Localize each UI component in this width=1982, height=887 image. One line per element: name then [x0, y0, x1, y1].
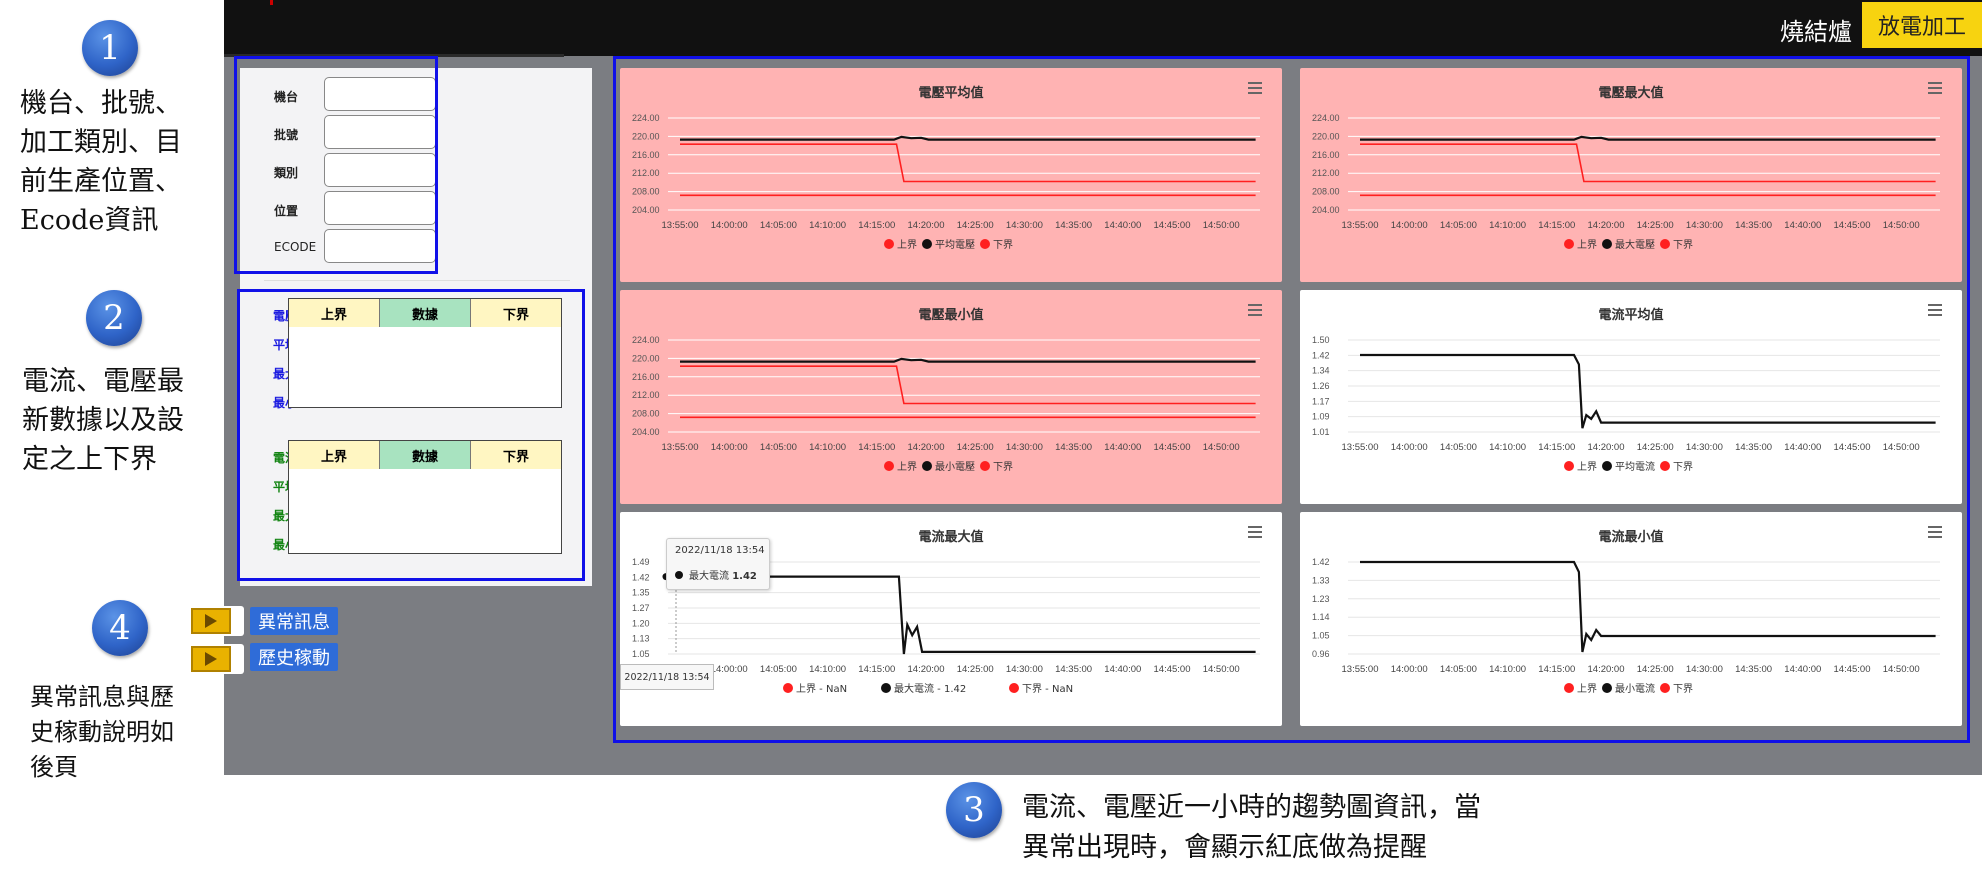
alarm-button[interactable]: 異常訊息: [250, 607, 338, 635]
play-arrow-icon: [191, 608, 231, 634]
alarm-arrow-button[interactable]: [178, 606, 244, 636]
step-2-note: 電流、電壓最 新數據以及設 定之上下界: [22, 366, 184, 475]
highlight-box-3: [613, 56, 1970, 743]
tab-furnace[interactable]: 燒結爐: [1780, 12, 1852, 47]
tab-edm[interactable]: 放電加工: [1862, 2, 1982, 48]
step-1-note: 機台、批號、 加工類別、目 前生產位置、 Ecode資訊: [20, 88, 182, 236]
step-4-badge: 4: [92, 600, 148, 656]
highlight-box-1: [234, 56, 438, 274]
top-bar: 燒結爐 放電加工: [224, 0, 1982, 57]
top-bar-marker: [270, 0, 273, 5]
divider: [264, 280, 570, 281]
history-button[interactable]: 歷史稼動: [250, 643, 338, 671]
step-3-badge: 3: [946, 782, 1002, 838]
step-3-note: 電流、電壓近一小時的趨勢圖資訊，當 異常出現時，會顯示紅底做為提醒: [1022, 792, 1481, 863]
highlight-box-2: [237, 289, 585, 581]
dashboard-app: 燒結爐 放電加工 機台 批號 類別 位置 ECODE 電壓 平均 最大 最小 上…: [224, 0, 1982, 775]
step-1-badge: 1: [82, 20, 138, 76]
step-2-badge: 2: [86, 290, 142, 346]
step-4-note: 異常訊息與歷 史稼動說明如 後頁: [30, 683, 174, 781]
history-arrow-button[interactable]: [178, 644, 244, 674]
play-arrow-icon: [191, 646, 231, 672]
